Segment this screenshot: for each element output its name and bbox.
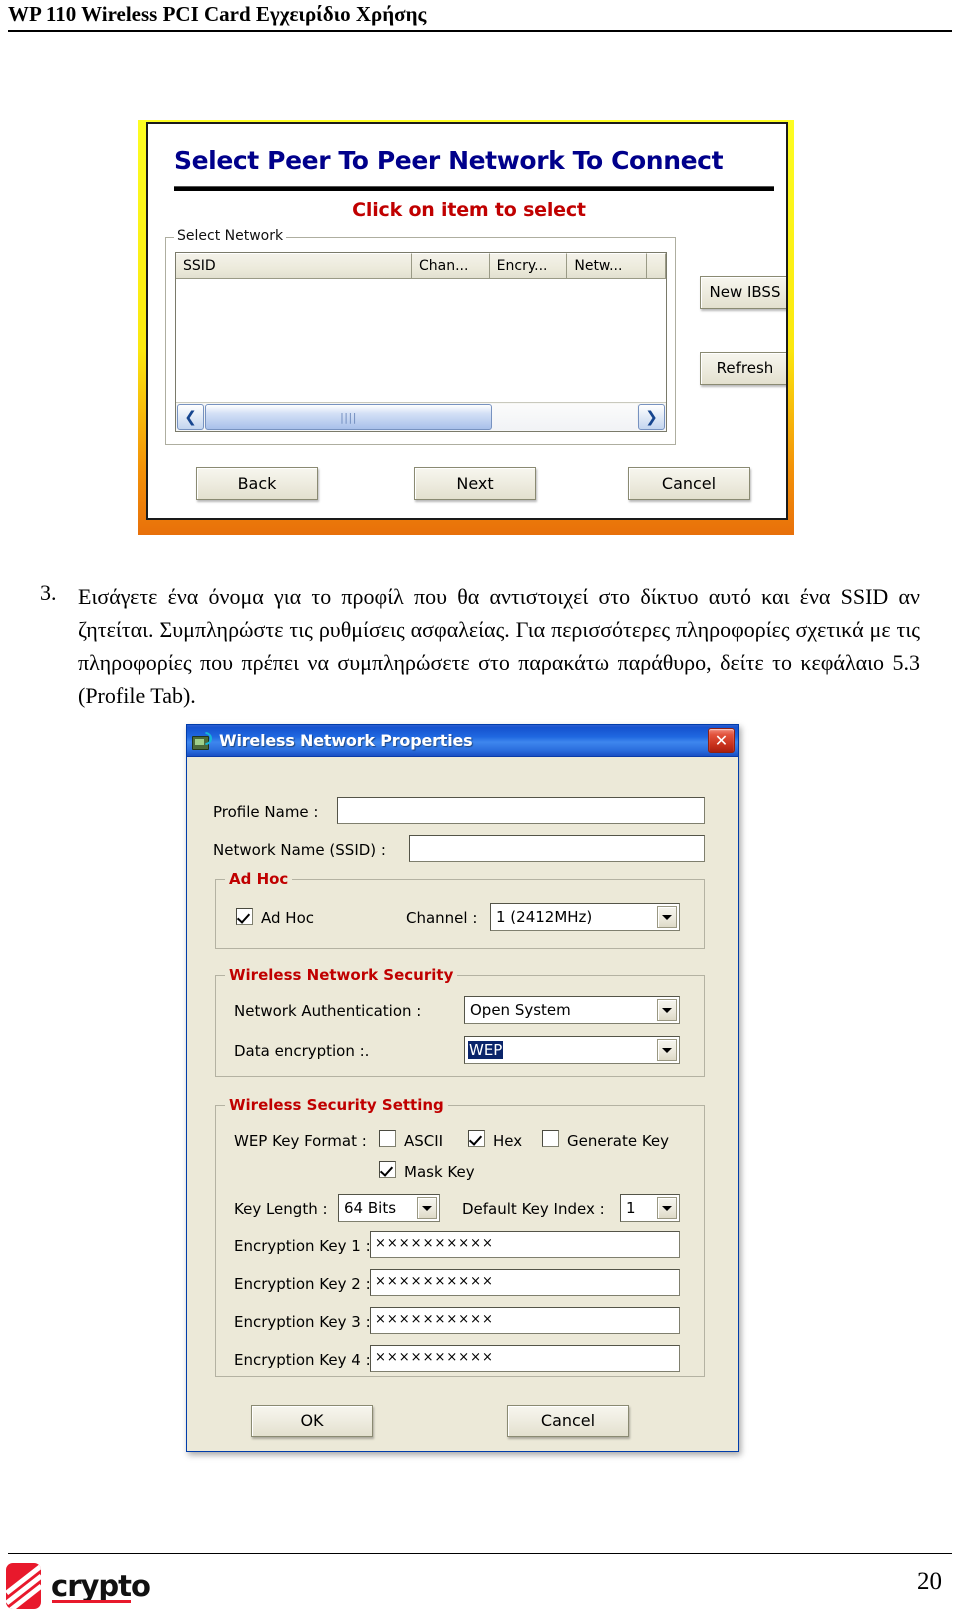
document-header-title: WP 110 Wireless PCI Card Εγχειρίδιο Χρήσ… — [8, 2, 427, 26]
dialog-content-area: Select Peer To Peer Network To Connect C… — [146, 122, 788, 520]
crypto-logo-text: crypto — [51, 1569, 151, 1603]
chevron-down-icon[interactable] — [657, 1197, 677, 1219]
instruction-text: Εισάγετε ένα όνομα για το προφίλ που θα … — [78, 584, 920, 708]
network-list-body[interactable] — [176, 279, 666, 401]
footer-divider — [8, 1553, 952, 1554]
channel-select[interactable]: 1 (2412MHz) — [490, 903, 680, 931]
crypto-logo: crypto — [6, 1562, 186, 1610]
ad-hoc-checkbox-label: Ad Hoc — [261, 909, 314, 927]
network-name-label: Network Name (SSID) : — [213, 841, 386, 859]
profile-name-label: Profile Name : — [213, 803, 319, 821]
channel-label: Channel : — [406, 909, 478, 927]
column-header-spacer — [647, 253, 666, 278]
default-key-index-value: 1 — [626, 1199, 636, 1217]
encryption-key-1-label: Encryption Key 1 : — [234, 1237, 371, 1255]
refresh-button[interactable]: Refresh — [700, 352, 786, 385]
chevron-down-icon[interactable] — [417, 1197, 437, 1219]
next-button[interactable]: Next — [414, 467, 536, 500]
encryption-key-2-input[interactable]: ×××××××××× — [370, 1269, 680, 1296]
hex-label: Hex — [493, 1132, 523, 1150]
data-encryption-label: Data encryption :. — [234, 1042, 370, 1060]
wireless-network-security-group: Wireless Network Security Network Authen… — [215, 966, 705, 1077]
wireless-network-properties-dialog: Wireless Network Properties ✕ Profile Na… — [186, 724, 739, 1452]
network-authentication-select[interactable]: Open System — [464, 996, 680, 1024]
ascii-label: ASCII — [404, 1132, 444, 1150]
crypto-logo-icon — [6, 1563, 41, 1609]
scroll-right-arrow-icon[interactable]: ❯ — [638, 404, 665, 430]
key-length-label: Key Length : — [234, 1200, 328, 1218]
network-name-input[interactable] — [409, 835, 705, 862]
select-network-group-label: Select Network — [174, 228, 287, 244]
title-divider — [174, 186, 774, 191]
encryption-key-3-input[interactable]: ×××××××××× — [370, 1307, 680, 1334]
dialog-title: Select Peer To Peer Network To Connect — [174, 146, 724, 175]
ascii-checkbox[interactable] — [379, 1130, 396, 1147]
generate-key-checkbox[interactable] — [542, 1130, 559, 1147]
header-divider — [8, 30, 952, 32]
mask-key-checkbox[interactable] — [379, 1161, 396, 1178]
scrollbar-track[interactable]: |||| — [205, 404, 637, 430]
column-header-ssid[interactable]: SSID — [176, 253, 412, 278]
dialog-gradient-frame: Select Peer To Peer Network To Connect C… — [138, 120, 794, 535]
wireless-network-security-group-label: Wireless Network Security — [225, 966, 458, 984]
wireless-security-setting-group: Wireless Security Setting WEP Key Format… — [215, 1096, 705, 1377]
network-list-hscrollbar[interactable]: ❮ |||| ❯ — [176, 402, 666, 431]
hex-checkbox[interactable] — [468, 1130, 485, 1147]
chevron-down-icon[interactable] — [657, 1039, 677, 1061]
default-key-index-select[interactable]: 1 — [620, 1194, 680, 1222]
select-network-group: Select Network SSID Chan... Encry... Net… — [165, 228, 676, 445]
data-encryption-value: WEP — [468, 1041, 504, 1059]
key-length-select[interactable]: 64 Bits — [338, 1194, 440, 1222]
data-encryption-select[interactable]: WEP — [464, 1036, 680, 1064]
chevron-down-icon[interactable] — [657, 906, 677, 928]
wep-key-format-label: WEP Key Format : — [234, 1132, 367, 1150]
back-button[interactable]: Back — [196, 467, 318, 500]
dialog-subtitle: Click on item to select — [352, 199, 586, 221]
default-key-index-label: Default Key Index : — [462, 1200, 605, 1218]
column-header-network[interactable]: Netw... — [567, 253, 648, 278]
dialog-title: Wireless Network Properties — [219, 731, 473, 750]
chevron-down-icon[interactable] — [657, 999, 677, 1021]
column-header-channel[interactable]: Chan... — [411, 253, 490, 278]
close-icon[interactable]: ✕ — [708, 728, 735, 753]
page-header: WP 110 Wireless PCI Card Εγχειρίδιο Χρήσ… — [0, 0, 960, 34]
mask-key-label: Mask Key — [404, 1163, 475, 1181]
encryption-key-1-input[interactable]: ×××××××××× — [370, 1231, 680, 1258]
encryption-key-3-label: Encryption Key 3 : — [234, 1313, 371, 1331]
network-list-header: SSID Chan... Encry... Netw... — [176, 253, 666, 279]
column-header-encryption[interactable]: Encry... — [489, 253, 568, 278]
page-number: 20 — [917, 1568, 942, 1595]
new-ibss-button[interactable]: New IBSS — [700, 276, 786, 309]
ad-hoc-group-label: Ad Hoc — [225, 870, 293, 888]
encryption-key-4-input[interactable]: ×××××××××× — [370, 1345, 680, 1372]
encryption-key-4-label: Encryption Key 4 : — [234, 1351, 371, 1369]
instruction-paragraph: 3. Εισάγετε ένα όνομα για το προφίλ που … — [40, 580, 920, 712]
wireless-network-icon — [192, 728, 215, 750]
ok-button[interactable]: OK — [251, 1405, 373, 1437]
scrollbar-grip-icon: |||| — [340, 410, 357, 424]
ad-hoc-group: Ad Hoc Ad Hoc Channel : 1 (2412MHz) — [215, 870, 705, 949]
scrollbar-thumb[interactable]: |||| — [205, 404, 492, 430]
channel-selected-value: 1 (2412MHz) — [496, 908, 593, 926]
wireless-security-setting-group-label: Wireless Security Setting — [225, 1096, 448, 1114]
network-authentication-value: Open System — [470, 1001, 571, 1019]
dialog-body: Profile Name : Network Name (SSID) : Ad … — [187, 757, 738, 1451]
instruction-number: 3. — [40, 580, 57, 605]
network-authentication-label: Network Authentication : — [234, 1002, 422, 1020]
cancel-button[interactable]: Cancel — [507, 1405, 629, 1437]
cancel-button[interactable]: Cancel — [628, 467, 750, 500]
scroll-left-arrow-icon[interactable]: ❮ — [177, 404, 204, 430]
profile-name-input[interactable] — [337, 797, 705, 824]
encryption-key-2-label: Encryption Key 2 : — [234, 1275, 371, 1293]
key-length-value: 64 Bits — [344, 1199, 397, 1217]
ad-hoc-checkbox[interactable] — [236, 908, 253, 925]
generate-key-label: Generate Key — [567, 1132, 670, 1150]
network-list[interactable]: SSID Chan... Encry... Netw... ❮ |||| ❯ — [175, 252, 667, 432]
select-peer-network-dialog: Select Peer To Peer Network To Connect C… — [138, 120, 794, 535]
dialog-titlebar[interactable]: Wireless Network Properties ✕ — [187, 725, 738, 757]
